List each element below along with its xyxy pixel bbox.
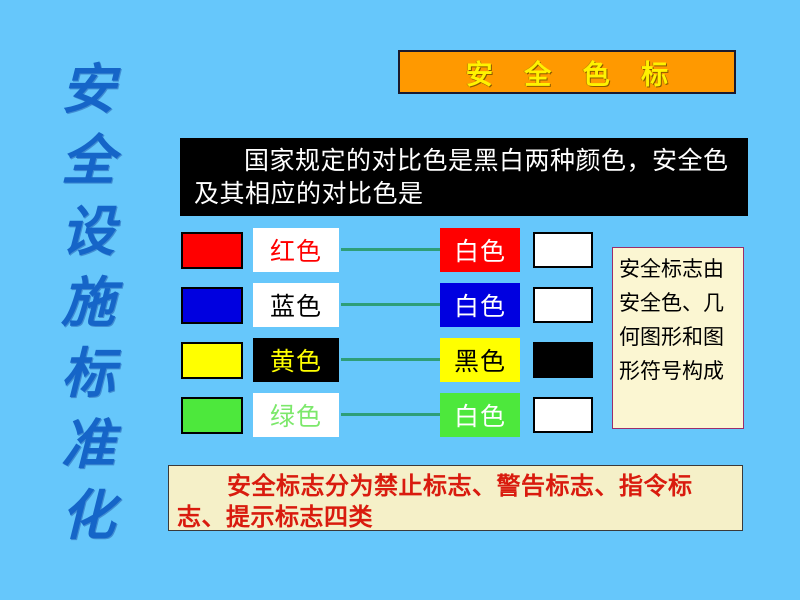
color-mapping-table: 红色 白色 蓝色 白色 黄色 黑色 绿色 白色 [181,228,593,448]
color-row: 蓝色 白色 [181,283,593,338]
contrast-color-swatch [533,232,593,268]
page-title: 安 全 色 标 [465,59,680,91]
safety-color-swatch [181,232,243,269]
side-note-box: 安全标志由安全色、几何图形和图形符号构成 [612,247,744,429]
vertical-title-char-6: 准 [61,412,115,476]
vertical-title-char-3: 设 [61,199,115,263]
connector-line [341,248,441,251]
bottom-note-text: 安全标志分为禁止标志、警告标志、指令标志、提示标志四类 [177,471,693,531]
presentation-slide: 安 全 设 施 标 准 化 安 全 色 标 国家规定的对比色是黑白两种颜色，安全… [0,0,800,600]
safety-color-swatch [181,397,243,434]
vertical-title-char-5: 标 [61,341,115,405]
vertical-title-char-7: 化 [61,483,115,547]
connector-line [341,413,441,416]
contrast-color-label: 黑色 [440,338,520,382]
connector-line [341,303,441,306]
contrast-color-label: 白色 [440,228,520,272]
contrast-color-swatch [533,397,593,433]
vertical-title-char-2: 全 [61,128,115,192]
safety-color-swatch [181,287,243,324]
contrast-color-swatch [533,342,593,378]
color-row: 绿色 白色 [181,393,593,448]
safety-color-label: 蓝色 [253,283,339,327]
contrast-color-label: 白色 [440,283,520,327]
bottom-note-box: 安全标志分为禁止标志、警告标志、指令标志、提示标志四类 [168,465,743,531]
color-row: 黄色 黑色 [181,338,593,393]
contrast-color-label: 白色 [440,393,520,437]
contrast-color-swatch [533,287,593,323]
slide-title-banner: 安 全 色 标 [398,50,736,94]
safety-color-label: 绿色 [253,393,339,437]
color-row: 红色 白色 [181,228,593,283]
safety-color-label: 黄色 [253,338,339,382]
vertical-slide-title: 安 全 设 施 标 准 化 [42,62,134,542]
vertical-title-char-1: 安 [61,57,115,121]
vertical-title-char-4: 施 [61,270,115,334]
safety-color-label: 红色 [253,228,339,272]
connector-line [341,358,441,361]
safety-color-swatch [181,342,243,379]
statement-text: 国家规定的对比色是黑白两种颜色，安全色及其相应的对比色是 [194,146,729,208]
statement-box: 国家规定的对比色是黑白两种颜色，安全色及其相应的对比色是 [180,138,748,216]
side-note-text: 安全标志由安全色、几何图形和图形符号构成 [619,257,724,383]
